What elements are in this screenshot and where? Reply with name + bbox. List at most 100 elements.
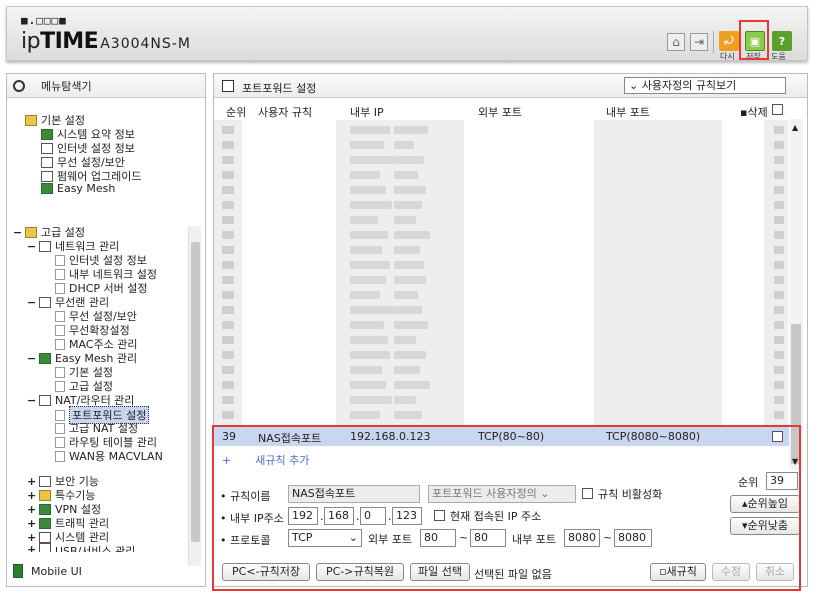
- redacted-cell: [394, 366, 420, 374]
- redacted-cell: [350, 276, 386, 284]
- page-icon: [55, 324, 65, 336]
- ip-column-bg: [336, 120, 464, 425]
- expand-icon[interactable]: +: [27, 543, 37, 552]
- tree-item[interactable]: WAN용 MACVLAN: [55, 448, 163, 464]
- collapse-icon[interactable]: −: [13, 226, 23, 239]
- brand-prefix: ip: [21, 29, 41, 54]
- redacted-cell: [394, 396, 416, 404]
- rank-column-bg: [214, 120, 242, 425]
- sidebar-scrollbar[interactable]: [188, 226, 201, 566]
- redacted-cell: [350, 246, 382, 254]
- toolbar-divider: [713, 31, 714, 53]
- redacted-cell: [394, 306, 422, 314]
- mobile-icon: [13, 564, 23, 578]
- chevron-down-icon: ⌄: [629, 79, 642, 92]
- redacted-cell: [394, 411, 422, 419]
- redacted-cell: [350, 231, 388, 239]
- redacted-cell: [394, 381, 430, 389]
- page-icon: [55, 282, 65, 294]
- delete-column-bg: [764, 120, 788, 425]
- rule-edit-highlight: [212, 425, 801, 591]
- redacted-cell: [394, 261, 424, 269]
- help-label: 도움: [771, 52, 786, 61]
- redacted-cell: [222, 306, 234, 314]
- redacted-cell: [350, 141, 384, 149]
- redacted-cell: [774, 261, 784, 269]
- redacted-cell: [350, 351, 390, 359]
- redacted-cell: [394, 126, 428, 134]
- page-icon: [55, 268, 65, 280]
- monitor-icon: [41, 142, 53, 154]
- model-name: A3004NS-M: [100, 36, 191, 52]
- table-scrollbar[interactable]: ▲ ▼: [789, 119, 803, 469]
- expand-icon[interactable]: +: [27, 531, 37, 544]
- help-icon[interactable]: ?: [772, 31, 792, 51]
- redacted-cell: [394, 336, 416, 344]
- vpn-icon: [39, 503, 51, 515]
- redacted-cell: [774, 411, 784, 419]
- redacted-cell: [350, 396, 392, 404]
- redacted-cell: [350, 261, 390, 269]
- redacted-cell: [774, 156, 784, 164]
- mesh-icon: [41, 183, 53, 194]
- rule-view-select[interactable]: ⌄ 사용자정의 규칙보기: [624, 77, 786, 94]
- scroll-thumb[interactable]: [191, 242, 200, 542]
- redacted-cell: [394, 231, 430, 239]
- collapse-icon[interactable]: −: [27, 240, 37, 253]
- redacted-cell: [350, 306, 394, 314]
- redacted-cell: [222, 291, 234, 299]
- page-icon: [55, 436, 65, 448]
- redacted-cell: [222, 381, 234, 389]
- col-external-port: 외부 포트: [478, 106, 522, 119]
- redacted-cell: [394, 321, 428, 329]
- redacted-cell: [222, 156, 234, 164]
- mobile-ui-label: Mobile UI: [31, 564, 82, 578]
- redacted-cell: [774, 306, 784, 314]
- redacted-cell: [394, 186, 426, 194]
- refresh-icon[interactable]: ⤾: [719, 31, 739, 51]
- redacted-cell: [774, 276, 784, 284]
- redacted-cell: [774, 351, 784, 359]
- brand-name: TIME: [40, 29, 99, 54]
- redacted-cell: [222, 366, 234, 374]
- expand-icon[interactable]: +: [27, 489, 37, 502]
- redacted-cell: [350, 411, 380, 419]
- col-rule: 사용자 규칙: [258, 106, 313, 119]
- redacted-cell: [774, 381, 784, 389]
- window-icon: [222, 80, 234, 92]
- logo-dots: ■.□□□■: [21, 14, 67, 27]
- redacted-cell: [350, 186, 386, 194]
- home-icon[interactable]: ⌂: [667, 33, 685, 51]
- redacted-cell: [394, 291, 418, 299]
- expand-icon[interactable]: +: [27, 475, 37, 488]
- scroll-up-icon[interactable]: ▲: [792, 123, 798, 132]
- expand-icon[interactable]: +: [27, 517, 37, 530]
- redacted-cell: [350, 291, 380, 299]
- redacted-cell: [222, 396, 234, 404]
- col-rank: 순위: [226, 106, 247, 119]
- select-all-checkbox[interactable]: [772, 104, 783, 115]
- redacted-cell: [774, 201, 784, 209]
- col-internal-port: 내부 포트: [606, 106, 650, 119]
- col-delete-label: 삭제: [747, 106, 768, 119]
- redacted-cell: [222, 351, 234, 359]
- tree-label: USB/서비스 관리: [55, 545, 136, 552]
- redacted-cell: [774, 186, 784, 194]
- tree-label: Easy Mesh: [57, 182, 116, 195]
- redacted-cell: [350, 321, 384, 329]
- expand-icon[interactable]: +: [27, 503, 37, 516]
- special-icon: [39, 489, 51, 501]
- collapse-icon[interactable]: −: [27, 352, 37, 365]
- collapse-icon[interactable]: −: [27, 394, 37, 407]
- logout-icon[interactable]: ⇥: [690, 33, 708, 51]
- tree-group-usb[interactable]: + USB/서비스 관리: [27, 543, 135, 552]
- redacted-cell: [222, 201, 234, 209]
- mobile-ui-link[interactable]: Mobile UI: [13, 564, 82, 578]
- redacted-cell: [222, 186, 234, 194]
- collapse-icon[interactable]: −: [27, 296, 37, 309]
- tree-item-easymesh[interactable]: Easy Mesh: [41, 182, 115, 195]
- page-icon: [55, 450, 65, 462]
- redacted-cell: [774, 291, 784, 299]
- redacted-cell: [394, 156, 424, 164]
- panel-header: 포트포워드 설정 ⌄ 사용자정의 규칙보기: [214, 74, 807, 98]
